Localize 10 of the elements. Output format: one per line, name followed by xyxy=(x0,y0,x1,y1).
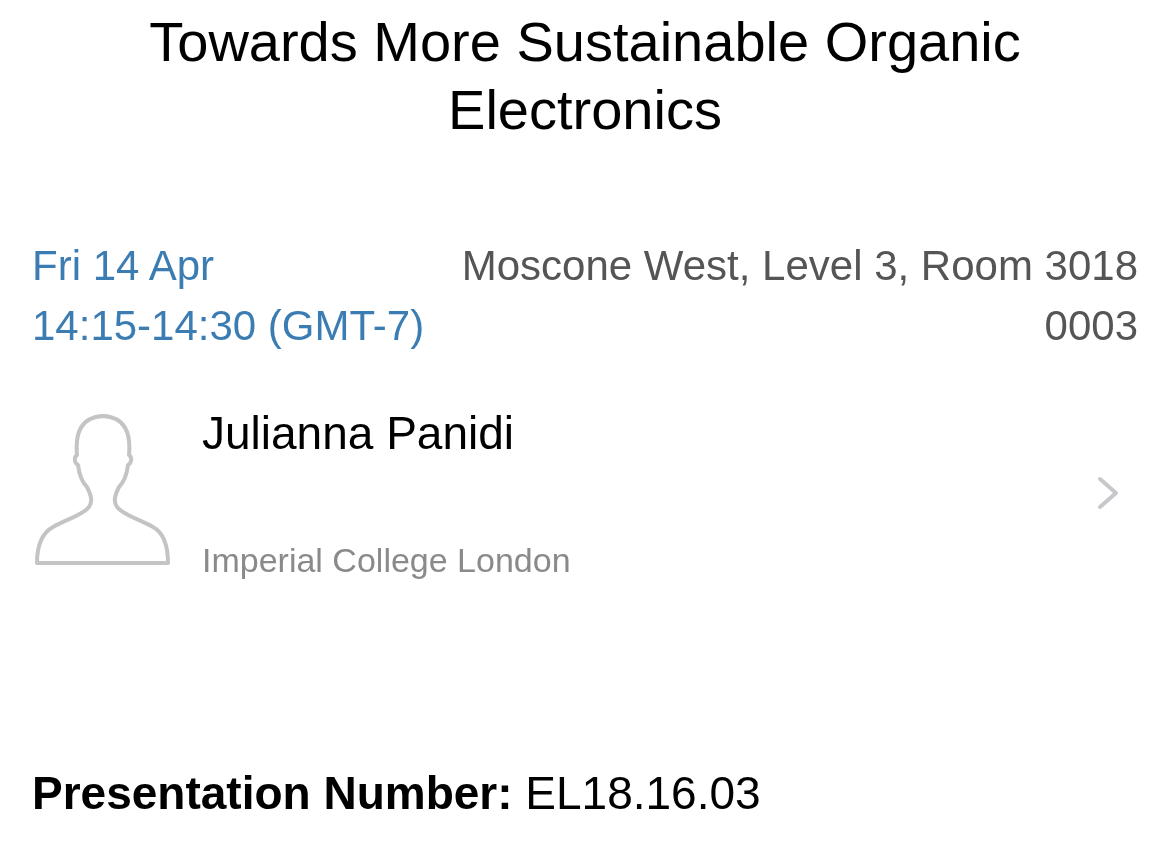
session-title: Towards More Sustainable Organic Electronics xyxy=(148,9,1022,143)
session-location: Moscone West, Level 3, Room 3018 xyxy=(461,241,1138,291)
person-silhouette-icon xyxy=(33,413,172,567)
session-code: 0003 xyxy=(1044,301,1138,351)
speaker-affiliation: Imperial College London xyxy=(202,540,571,580)
speaker-name: Julianna Panidi xyxy=(202,406,514,461)
chevron-right-icon[interactable] xyxy=(1096,474,1120,511)
session-time: 14:15-14:30 (GMT-7) xyxy=(32,301,425,351)
session-date: Fri 14 Apr xyxy=(32,241,215,291)
presentation-number: Presentation Number: EL18.16.03 xyxy=(32,766,761,821)
